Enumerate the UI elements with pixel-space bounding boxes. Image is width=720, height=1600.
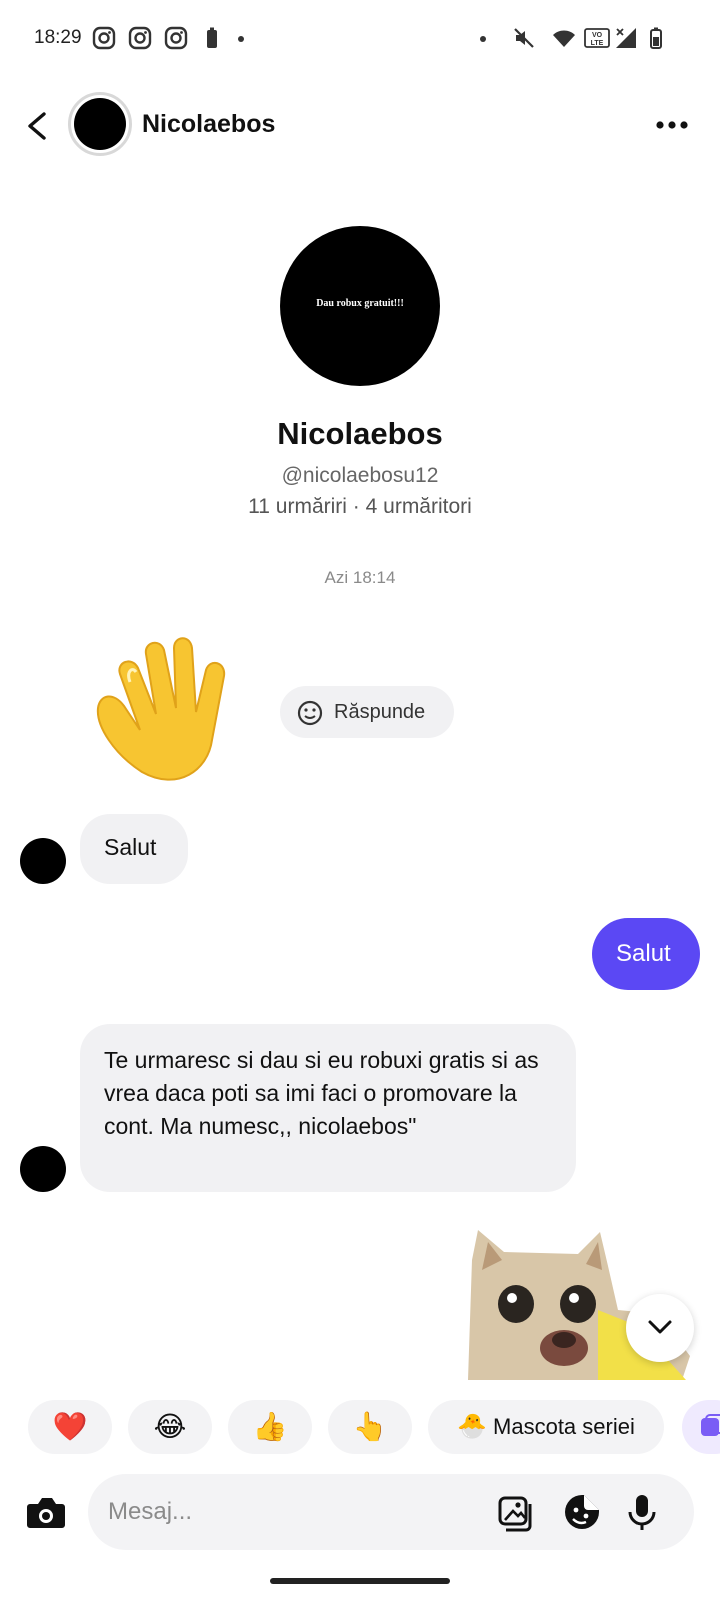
wifi-icon (553, 30, 575, 47)
conversation-header: Nicolaebos (0, 86, 720, 166)
more-options-icon[interactable] (652, 110, 692, 140)
reaction-heart[interactable]: ❤️ (28, 1400, 112, 1454)
mute-icon (514, 28, 534, 48)
sticker-pack-icon (701, 1414, 720, 1436)
instagram-icon (128, 26, 152, 50)
profile-stats: 11 urmăriri · 4 urmăritori (248, 495, 472, 518)
waving-hand-sticker[interactable] (84, 622, 264, 794)
mascot-chip[interactable]: 🐣 Mascota seriei (428, 1400, 664, 1454)
profile-handle: @nicolaebosu12 (281, 464, 439, 487)
sender-avatar[interactable] (20, 838, 66, 884)
profile-name: Nicolaebos (277, 416, 443, 451)
instagram-icon (164, 26, 188, 50)
more-stickers-chip[interactable] (682, 1400, 720, 1454)
microphone-icon[interactable] (622, 1492, 662, 1532)
smiley-icon (297, 700, 323, 726)
message-input[interactable]: Mesaj... (88, 1474, 694, 1550)
mascot-label: Mascota seriei (493, 1414, 635, 1439)
header-avatar[interactable] (68, 92, 132, 156)
sender-avatar[interactable] (20, 1146, 66, 1192)
reply-label: Răspunde (334, 701, 426, 723)
incoming-message[interactable]: Te urmaresc si dau si eu robuxi gratis s… (80, 1024, 576, 1192)
incoming-message[interactable]: Salut (80, 814, 188, 884)
chevron-down-icon (648, 1320, 672, 1334)
instagram-icon (92, 26, 116, 50)
svg-text:LTE: LTE (591, 40, 604, 47)
signal-icon (616, 28, 636, 48)
volte-icon: VOLTE (584, 28, 610, 48)
message-composer: Mesaj... (0, 1474, 720, 1550)
header-name[interactable]: Nicolaebos (142, 110, 275, 139)
message-input-placeholder: Mesaj... (108, 1498, 193, 1525)
battery-saver-icon (207, 27, 217, 48)
svg-text:VO: VO (592, 32, 603, 39)
status-bar: 18:29 VO LTE (0, 0, 720, 80)
dot-icon (238, 36, 244, 42)
profile-avatar[interactable]: Dau robux gratuit!!! (280, 226, 440, 386)
home-indicator[interactable] (270, 1578, 450, 1584)
battery-icon (650, 27, 662, 49)
sticker-icon[interactable] (562, 1492, 602, 1532)
outgoing-message[interactable]: Salut (592, 918, 700, 990)
camera-icon[interactable] (24, 1490, 68, 1534)
scroll-to-bottom-button[interactable] (626, 1294, 694, 1362)
reaction-laugh[interactable]: 😂 (128, 1400, 212, 1454)
reaction-thumbs-up[interactable]: 👍 (228, 1400, 312, 1454)
message-timestamp: Azi 18:14 (324, 568, 396, 587)
status-time: 18:29 (34, 27, 82, 48)
quick-reactions-bar: ❤️ 😂 👍 👆 🐣 Mascota seriei (0, 1400, 720, 1456)
gallery-icon[interactable] (496, 1492, 536, 1532)
mascot-emoji: 🐣 (457, 1413, 488, 1440)
back-arrow-icon[interactable] (18, 106, 58, 146)
dot-icon (480, 36, 486, 42)
reply-button[interactable]: Răspunde (280, 686, 454, 738)
reaction-point-up[interactable]: 👆 (328, 1400, 412, 1454)
profile-avatar-text: Dau robux gratuit!!! (316, 298, 404, 309)
